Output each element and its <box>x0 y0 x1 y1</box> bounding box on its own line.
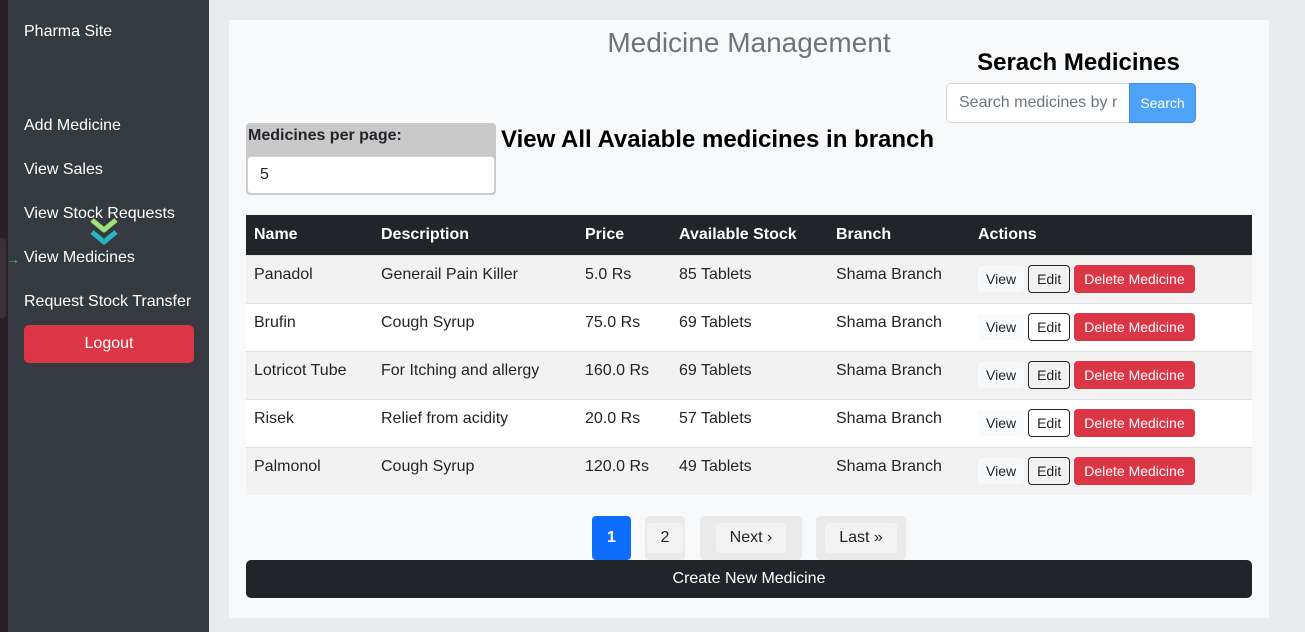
cell-actions: View Edit Delete Medicine <box>970 302 1252 351</box>
view-button[interactable]: View <box>978 266 1025 292</box>
cell-branch: Shama Branch <box>828 302 970 351</box>
chevron-down-icon <box>90 218 118 245</box>
cell-price: 75.0 Rs <box>577 302 671 351</box>
view-button[interactable]: View <box>978 458 1025 485</box>
create-new-medicine-button[interactable]: Create New Medicine <box>246 560 1252 598</box>
pagination-page-2-label: 2 <box>646 523 684 553</box>
sidebar-item-view-sales[interactable]: View Sales <box>24 161 103 179</box>
cell-description: Cough Syrup <box>373 446 577 495</box>
sidebar: Pharma Site Add Medicine View Sales View… <box>8 0 209 632</box>
cell-actions: View Edit Delete Medicine <box>970 350 1252 399</box>
cell-branch: Shama Branch <box>828 398 970 447</box>
delete-medicine-button[interactable]: Delete Medicine <box>1074 265 1195 293</box>
sidebar-item-view-medicines[interactable]: View Medicines <box>24 249 135 267</box>
arrow-right-icon: → <box>6 251 20 267</box>
delete-medicine-button[interactable]: Delete Medicine <box>1074 409 1195 437</box>
cell-description: Cough Syrup <box>373 302 577 351</box>
edit-button[interactable]: Edit <box>1028 409 1071 437</box>
cell-name: Palmonol <box>246 446 373 495</box>
cell-branch: Shama Branch <box>828 350 970 399</box>
pagination-page-1[interactable]: 1 <box>592 516 631 560</box>
cell-branch: Shama Branch <box>828 254 970 303</box>
cell-stock: 69 Tablets <box>671 350 828 399</box>
cell-description: For Itching and allergy <box>373 350 577 399</box>
column-header-stock: Available Stock <box>671 215 828 255</box>
edit-button[interactable]: Edit <box>1028 457 1071 486</box>
search-heading: Serach Medicines <box>977 49 1180 76</box>
section-heading: View All Avaiable medicines in branch <box>501 126 935 153</box>
cell-description: Generail Pain Killer <box>373 254 577 303</box>
table-header-row: Name Description Price Available Stock B… <box>246 215 1252 255</box>
search-button[interactable]: Search <box>1129 83 1196 123</box>
cell-actions: View Edit Delete Medicine <box>970 446 1252 495</box>
cell-price: 120.0 Rs <box>577 446 671 495</box>
delete-medicine-button[interactable]: Delete Medicine <box>1074 361 1195 389</box>
search-input[interactable] <box>946 83 1130 123</box>
cell-stock: 85 Tablets <box>671 254 828 303</box>
sidebar-item-request-stock-transfer[interactable]: Request Stock Transfer <box>24 293 191 311</box>
pagination-page-2[interactable]: 2 <box>645 516 685 560</box>
cell-actions: View Edit Delete Medicine <box>970 254 1252 303</box>
delete-medicine-button[interactable]: Delete Medicine <box>1074 313 1195 341</box>
per-page-label: Medicines per page: <box>248 127 402 144</box>
pagination-next[interactable]: Next › <box>700 516 802 560</box>
cell-stock: 69 Tablets <box>671 302 828 351</box>
delete-medicine-button[interactable]: Delete Medicine <box>1074 457 1195 486</box>
per-page-input[interactable]: 5 <box>247 156 495 194</box>
cell-description: Relief from acidity <box>373 398 577 447</box>
sidebar-item-add-medicine[interactable]: Add Medicine <box>24 117 121 135</box>
cell-name: Brufin <box>246 302 373 351</box>
cell-stock: 49 Tablets <box>671 446 828 495</box>
edit-button[interactable]: Edit <box>1028 313 1071 341</box>
cell-name: Risek <box>246 398 373 447</box>
edit-button[interactable]: Edit <box>1028 361 1071 389</box>
table-row: Panadol Generail Pain Killer 5.0 Rs 85 T… <box>246 254 1252 303</box>
cell-price: 20.0 Rs <box>577 398 671 447</box>
table-row: Brufin Cough Syrup 75.0 Rs 69 Tablets Sh… <box>246 302 1252 351</box>
cell-name: Lotricot Tube <box>246 350 373 399</box>
view-button[interactable]: View <box>978 362 1025 388</box>
brand-title[interactable]: Pharma Site <box>24 23 112 41</box>
cell-name: Panadol <box>246 254 373 303</box>
desktop-panel-tab <box>0 238 6 318</box>
cell-stock: 57 Tablets <box>671 398 828 447</box>
view-button[interactable]: View <box>978 314 1025 340</box>
cell-branch: Shama Branch <box>828 446 970 495</box>
column-header-name: Name <box>246 215 373 255</box>
column-header-description: Description <box>373 215 577 255</box>
table-row: Risek Relief from acidity 20.0 Rs 57 Tab… <box>246 398 1252 447</box>
view-button[interactable]: View <box>978 410 1025 436</box>
column-header-price: Price <box>577 215 671 255</box>
pagination-last[interactable]: Last » <box>816 516 906 560</box>
table-row: Palmonol Cough Syrup 120.0 Rs 49 Tablets… <box>246 446 1252 495</box>
column-header-actions: Actions <box>970 215 1252 255</box>
pagination-last-label: Last » <box>825 523 897 553</box>
edit-button[interactable]: Edit <box>1028 265 1071 293</box>
table-row: Lotricot Tube For Itching and allergy 16… <box>246 350 1252 399</box>
logout-button[interactable]: Logout <box>24 325 194 363</box>
medicines-table: Name Description Price Available Stock B… <box>246 215 1252 495</box>
cell-price: 160.0 Rs <box>577 350 671 399</box>
cell-price: 5.0 Rs <box>577 254 671 303</box>
column-header-branch: Branch <box>828 215 970 255</box>
cell-actions: View Edit Delete Medicine <box>970 398 1252 447</box>
pagination-next-label: Next › <box>715 523 787 553</box>
